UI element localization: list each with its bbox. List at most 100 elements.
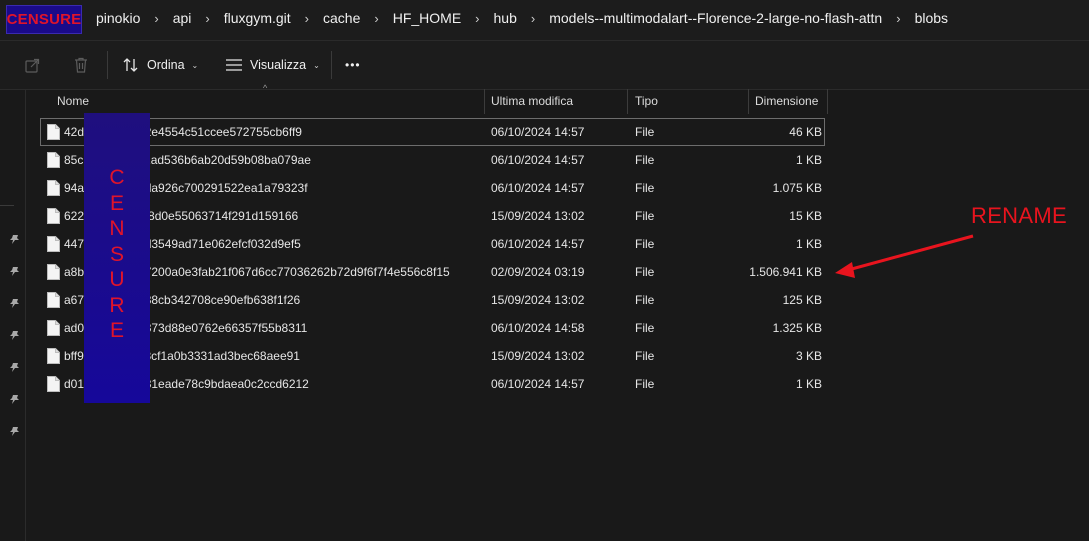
file-type: File [635, 237, 655, 251]
trash-icon[interactable] [72, 56, 90, 74]
chevron-down-icon: ⌄ [191, 60, 199, 70]
table-row[interactable]: bff9 6c8cf1a0b3331ad3bec68aee91 15/09/202… [40, 342, 840, 370]
address-bar[interactable]: CENSURE pinokio › api › fluxgym.git › ca… [0, 0, 1089, 41]
table-row[interactable]: 447 8d3549ad71e062efcf032d9ef5 06/10/2024… [40, 230, 840, 258]
file-modified: 06/10/2024 14:57 [491, 237, 585, 251]
pin-icon[interactable] [9, 362, 20, 373]
table-row[interactable]: d01 731eade78c9bdaea0c2ccd6212 06/10/2024… [40, 370, 840, 398]
table-row[interactable]: 622 f68d0e55063714f291d159166 15/09/2024 … [40, 202, 840, 230]
chevron-right-icon[interactable]: › [475, 11, 479, 26]
breadcrumb-item-pinokio[interactable]: pinokio [96, 10, 140, 26]
file-size: 1 KB [795, 153, 822, 167]
file-modified: 06/10/2024 14:57 [491, 377, 585, 391]
censor-letter: E [109, 319, 124, 342]
column-divider[interactable] [827, 89, 828, 114]
chevron-right-icon[interactable]: › [205, 11, 209, 26]
rename-annotation: RENAME [971, 203, 1067, 228]
more-options-button[interactable]: ••• [345, 52, 361, 78]
file-modified: 06/10/2024 14:57 [491, 181, 585, 195]
pin-icon[interactable] [9, 330, 20, 341]
file-type: File [635, 125, 655, 139]
censor-letter: C [109, 166, 125, 189]
breadcrumb: pinokio › api › fluxgym.git › cache › HF… [96, 0, 948, 36]
sort-label: Ordina [147, 58, 185, 72]
table-row[interactable]: a8b 57200a0e3fab21f067d6cc77036262b72d9f6… [40, 258, 840, 286]
censored-label: CENSURE [6, 5, 82, 34]
chevron-right-icon[interactable]: › [531, 11, 535, 26]
file-size: 125 KB [782, 293, 822, 307]
column-header-type[interactable]: Tipo [635, 89, 658, 114]
sort-icon [123, 58, 138, 72]
file-size: 1.075 KB [772, 181, 822, 195]
file-size: 1.506.941 KB [749, 265, 822, 279]
table-row[interactable]: 85c 61ad536b6ab20d59b08ba079ae 06/10/2024… [40, 146, 840, 174]
file-icon [47, 376, 60, 392]
column-headers: ^ Nome Ultima modifica Tipo Dimensione [26, 83, 1089, 114]
file-list: 42d d2e4554c51ccee572755cb6ff9 06/10/2024… [40, 118, 840, 398]
file-modified: 02/09/2024 03:19 [491, 265, 585, 279]
censor-letter: R [109, 293, 125, 317]
sort-button[interactable]: Ordina ⌄ [122, 52, 198, 78]
pin-icon[interactable] [9, 394, 20, 405]
censor-letter: U [109, 268, 125, 291]
breadcrumb-item-cache[interactable]: cache [323, 10, 360, 26]
file-modified: 15/09/2024 13:02 [491, 349, 585, 363]
file-size: 15 KB [789, 209, 822, 223]
file-type: File [635, 209, 655, 223]
toolbar-divider [107, 51, 108, 79]
file-icon [47, 152, 60, 168]
file-modified: 15/09/2024 13:02 [491, 293, 585, 307]
pin-icon[interactable] [9, 234, 20, 245]
pin-icon[interactable] [9, 298, 20, 309]
pin-icon[interactable] [9, 266, 20, 277]
pin-icon[interactable] [9, 426, 20, 437]
sort-ascending-icon: ^ [263, 83, 268, 93]
column-header-modified[interactable]: Ultima modifica [491, 89, 573, 114]
table-row[interactable]: 94a oda926c700291522ea1a79323f 06/10/2024… [40, 174, 840, 202]
file-size: 1.325 KB [772, 321, 822, 335]
file-icon [47, 320, 60, 336]
file-type: File [635, 265, 655, 279]
column-divider[interactable] [748, 89, 749, 114]
column-divider[interactable] [627, 89, 628, 114]
censor-letter: S [109, 242, 124, 266]
breadcrumb-item-hf-home[interactable]: HF_HOME [393, 10, 461, 26]
breadcrumb-item-api[interactable]: api [173, 10, 192, 26]
file-type: File [635, 349, 655, 363]
file-icon [47, 124, 60, 140]
file-icon [47, 236, 60, 252]
file-icon [47, 292, 60, 308]
censor-letter: E [109, 191, 124, 215]
nav-divider [0, 205, 14, 206]
table-row[interactable]: a67 d38cb342708ce90efb638f1f26 15/09/2024… [40, 286, 840, 314]
navigation-pane [0, 89, 26, 541]
breadcrumb-item-blobs[interactable]: blobs [915, 10, 948, 26]
table-row[interactable]: 42d d2e4554c51ccee572755cb6ff9 06/10/2024… [40, 118, 825, 146]
breadcrumb-item-hub[interactable]: hub [494, 10, 517, 26]
file-type: File [635, 293, 655, 307]
file-modified: 15/09/2024 13:02 [491, 209, 585, 223]
share-icon[interactable] [24, 56, 42, 74]
breadcrumb-item-model[interactable]: models--multimodalart--Florence-2-large-… [549, 10, 882, 26]
chevron-right-icon[interactable]: › [154, 11, 158, 26]
breadcrumb-item-fluxgym[interactable]: fluxgym.git [224, 10, 291, 26]
chevron-right-icon[interactable]: › [305, 11, 309, 26]
chevron-right-icon[interactable]: › [896, 11, 900, 26]
column-divider[interactable] [484, 89, 485, 114]
censor-letter: N [109, 217, 125, 240]
file-size: 1 KB [795, 237, 822, 251]
file-modified: 06/10/2024 14:58 [491, 321, 585, 335]
censor-overlay: C E N S U R E [84, 113, 150, 403]
file-type: File [635, 377, 655, 391]
table-row[interactable]: ad0 1373d88e0762e66357f55b8311 06/10/2024… [40, 314, 840, 342]
chevron-right-icon[interactable]: › [374, 11, 378, 26]
file-type: File [635, 153, 655, 167]
file-icon [47, 348, 60, 364]
file-modified: 06/10/2024 14:57 [491, 153, 585, 167]
file-icon [47, 180, 60, 196]
view-button[interactable]: Visualizza ⌄ [225, 52, 320, 78]
command-bar: Ordina ⌄ Visualizza ⌄ ••• [0, 41, 1089, 90]
column-header-name[interactable]: Nome [57, 89, 89, 114]
column-header-size[interactable]: Dimensione [755, 89, 818, 114]
file-size: 1 KB [795, 377, 822, 391]
